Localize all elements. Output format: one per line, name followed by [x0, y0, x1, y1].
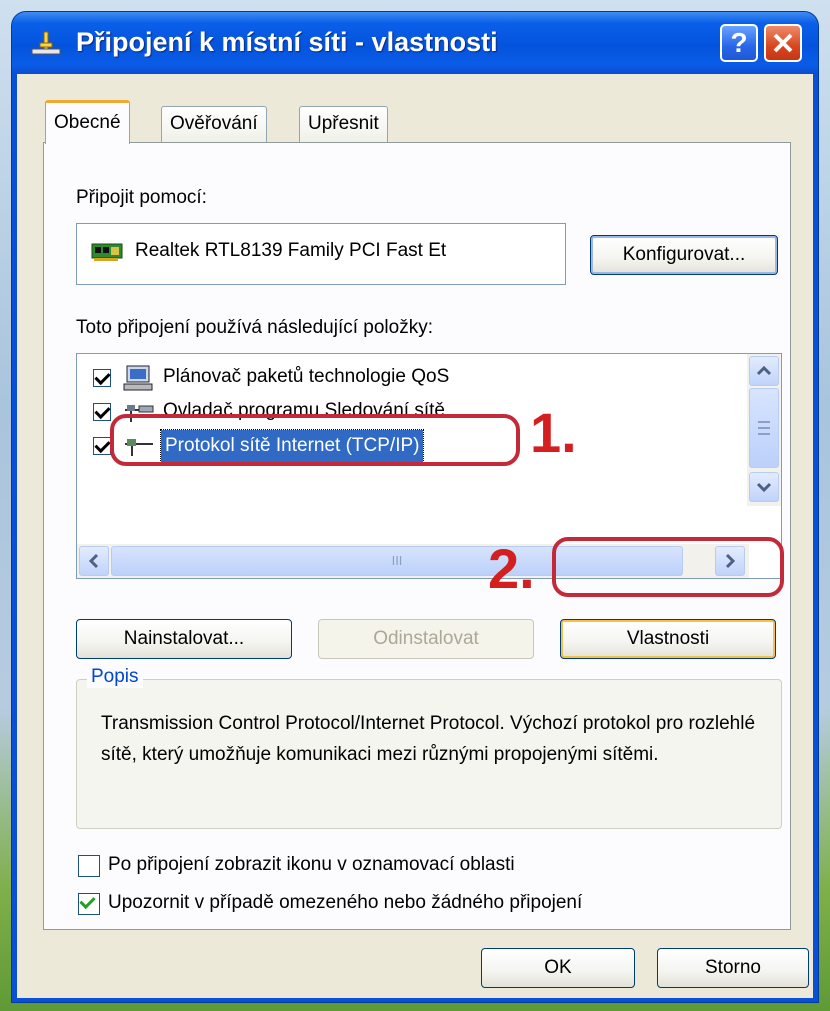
cancel-button[interactable]: Storno — [657, 948, 809, 988]
annotation-step-2: 2. — [488, 537, 535, 600]
network-adapter-icon — [91, 243, 123, 261]
uninstall-button[interactable]: Odinstalovat — [318, 619, 534, 659]
annotation-step-1: 1. — [530, 401, 577, 464]
tab-authentication[interactable]: Ověřování — [161, 106, 267, 142]
scroll-left-button[interactable] — [79, 546, 109, 576]
qos-icon — [123, 365, 153, 391]
tcpip-checkbox[interactable] — [93, 437, 111, 455]
description-group: Popis Transmission Control Protocol/Inte… — [76, 666, 782, 829]
notify-limited-checkbox[interactable] — [78, 893, 100, 915]
adapter-name: Realtek RTL8139 Family PCI Fast Et — [135, 240, 447, 261]
components-label: Toto připojení používá následující polož… — [76, 317, 433, 338]
annotation-highlight-tcpip — [110, 414, 520, 466]
window-title: Připojení k místní síti - vlastnosti — [76, 27, 498, 57]
close-icon — [773, 33, 793, 53]
tab-advanced[interactable]: Upřesnit — [299, 106, 388, 142]
configure-button[interactable]: Konfigurovat... — [590, 235, 778, 275]
annotation-highlight-properties — [552, 537, 784, 597]
title-bar[interactable]: Připojení k místní síti - vlastnosti ? — [12, 12, 818, 74]
properties-button[interactable]: Vlastnosti — [560, 619, 776, 659]
description-title: Popis — [87, 666, 143, 688]
scroll-down-button[interactable] — [749, 472, 779, 502]
list-item-qos[interactable]: Plánovač paketů technologie QoS — [87, 362, 737, 394]
notify-limited-label[interactable]: Upozornit v případě omezeného nebo žádné… — [108, 892, 582, 914]
chevron-up-icon — [756, 365, 772, 376]
qos-checkbox[interactable] — [93, 369, 111, 387]
adapter-box: Realtek RTL8139 Family PCI Fast Et — [76, 223, 566, 285]
dialog-window: Připojení k místní síti - vlastnosti ? O… — [12, 12, 818, 1002]
help-button[interactable]: ? — [720, 24, 758, 62]
grip-icon — [758, 421, 770, 435]
chevron-down-icon — [756, 482, 772, 493]
ok-button[interactable]: OK — [481, 948, 635, 988]
tab-general[interactable]: Obecné — [45, 100, 130, 144]
dialog-client-area: Obecné Ověřování Upřesnit Připojit pomoc… — [17, 74, 813, 998]
close-button[interactable] — [764, 24, 802, 62]
vertical-scrollbar[interactable] — [747, 354, 781, 506]
scroll-up-button[interactable] — [749, 356, 779, 386]
connect-using-label: Připojit pomocí: — [76, 187, 207, 208]
list-item-label: Plánovač paketů technologie QoS — [163, 366, 450, 387]
chevron-left-icon — [88, 553, 99, 569]
tab-panel-general: Připojit pomocí: Realtek RTL8139 Family … — [43, 142, 791, 930]
show-icon-label[interactable]: Po připojení zobrazit ikonu v oznamovací… — [108, 854, 515, 876]
show-icon-checkbox[interactable] — [78, 855, 100, 877]
network-monitor-checkbox[interactable] — [93, 403, 111, 421]
network-connection-icon — [31, 31, 61, 55]
description-text: Transmission Control Protocol/Internet P… — [101, 713, 756, 765]
install-button[interactable]: Nainstalovat... — [76, 619, 292, 659]
vertical-scroll-thumb[interactable] — [749, 388, 779, 468]
